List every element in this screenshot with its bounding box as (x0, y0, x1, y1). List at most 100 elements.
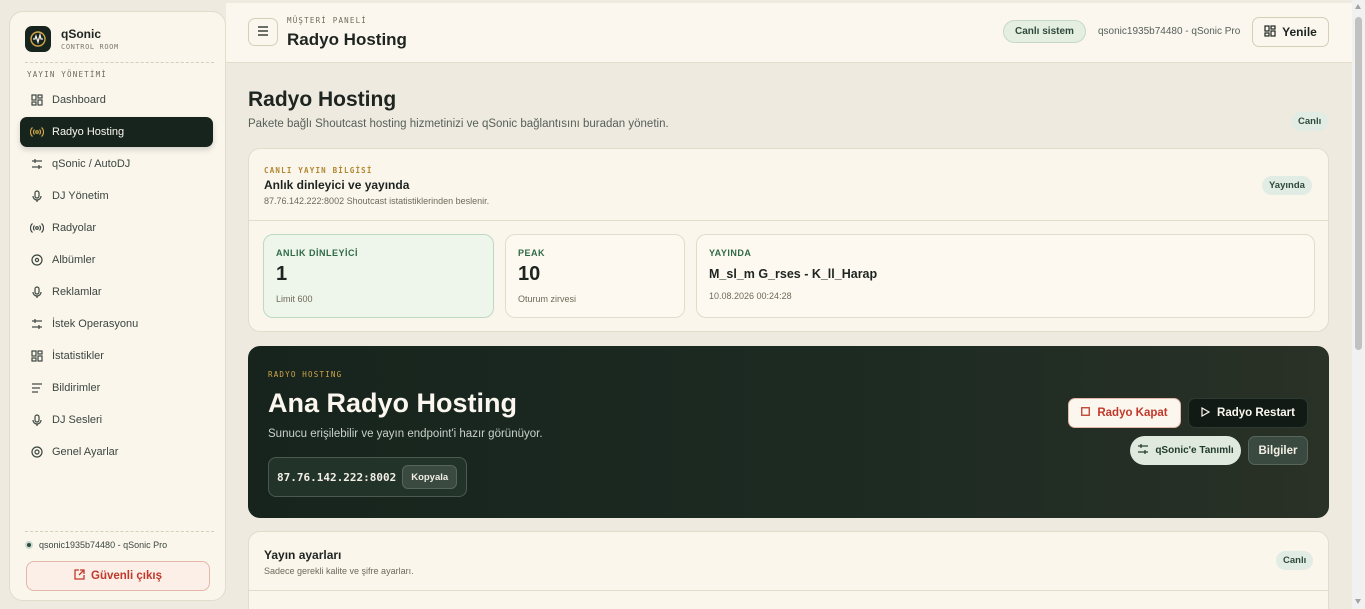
sidebar-item-albumler[interactable]: Albümler (20, 245, 213, 275)
sidebar-item-istek-operasyonu[interactable]: İstek Operasyonu (20, 309, 213, 339)
sidebar-item-label: Radyo Hosting (52, 126, 125, 138)
sidebar-item-radyolar[interactable]: Radyolar (20, 213, 213, 243)
sidebar-item-label: Radyolar (52, 222, 97, 234)
live-info-card: CANLI YAYIN BİLGİSİ Anlık dinleyici ve y… (248, 148, 1329, 332)
sidebar-item-dj-sesleri[interactable]: DJ Sesleri (20, 405, 213, 435)
topbar-title: Radyo Hosting (287, 30, 407, 49)
scroll-thumb[interactable] (1355, 17, 1362, 350)
stat-label: YAYINDA (709, 248, 752, 258)
page-scrollbar[interactable] (1352, 0, 1365, 609)
sidebar-item-reklamlar[interactable]: Reklamlar (20, 277, 213, 307)
microphone-icon (30, 189, 44, 203)
hamburger-icon (257, 23, 269, 41)
on-air-badge: Yayında (1262, 176, 1312, 195)
play-icon (1201, 406, 1211, 420)
divider (25, 62, 214, 63)
radio-restart-button[interactable]: Radyo Restart (1188, 398, 1308, 428)
sidebar-item-label: Dashboard (52, 94, 106, 106)
disc-icon (30, 253, 44, 267)
microphone-icon (30, 285, 44, 299)
stat-note: Oturum zirvesi (518, 294, 577, 304)
sidebar-item-bildirimler[interactable]: Bildirimler (20, 373, 213, 403)
sidebar-item-radyo-hosting[interactable]: Radyo Hosting (20, 117, 213, 147)
hero-eyebrow: RADYO HOSTING (268, 370, 343, 379)
page-subtitle: Pakete bağlı Shoutcast hosting hizmetini… (248, 118, 669, 130)
broadcast-settings-card: Yayın ayarları Sadece gerekli kalite ve … (248, 531, 1329, 609)
sidebar-item-label: qSonic / AutoDJ (52, 158, 131, 170)
now-playing-time: 10.08.2026 00:24:28 (709, 291, 792, 301)
copy-button[interactable]: Kopyala (402, 465, 458, 489)
sidebar-item-label: İstek Operasyonu (52, 318, 139, 330)
radio-stop-button[interactable]: Radyo Kapat (1068, 398, 1181, 428)
hero-subtitle: Sunucu erişilebilir ve yayın endpoint'i … (268, 428, 543, 440)
qsonic-linked-button[interactable]: qSonic'e Tanımlı (1130, 436, 1241, 465)
status-badge: Canlı (1291, 112, 1329, 131)
divider (249, 590, 1328, 591)
grid-icon (30, 93, 44, 107)
endpoint-address: 87.76.142.222:8002 (277, 470, 397, 484)
logout-button[interactable]: Güvenli çıkış (26, 561, 210, 591)
brand-name: qSonic (61, 27, 102, 41)
brand[interactable]: qSonic CONTROL ROOM (25, 26, 119, 52)
sidebar-item-label: İstatistikler (52, 350, 104, 362)
settings-title: Yayın ayarları (264, 548, 342, 562)
sliders-icon (1137, 443, 1149, 458)
sidebar-nav: Dashboard Radyo Hosting qSonic / AutoDJ … (20, 85, 213, 469)
list-icon (30, 381, 44, 395)
topbar-eyebrow: MÜŞTERİ PANELİ (287, 16, 368, 25)
endpoint-box: 87.76.142.222:8002 Kopyala (268, 457, 467, 497)
stat-peak: PEAK 10 Oturum zirvesi (505, 234, 685, 318)
section-label: YAYIN YÖNETİMİ (27, 70, 108, 79)
sidebar-item-label: DJ Yönetim (52, 190, 109, 202)
scroll-up-icon[interactable] (1355, 4, 1361, 9)
sidebar-item-label: Bildirimler (52, 382, 101, 394)
live-info-eyebrow: CANLI YAYIN BİLGİSİ (264, 166, 373, 175)
stat-now-playing: YAYINDA M_sl_m G_rses - K_ll_Harap 10.08… (696, 234, 1315, 318)
live-info-title: Anlık dinleyici ve yayında (264, 178, 410, 192)
topbar: MÜŞTERİ PANELİ Radyo Hosting Canlı siste… (226, 3, 1352, 63)
divider (25, 531, 214, 532)
refresh-label: Yenile (1282, 25, 1317, 39)
sidebar-item-label: DJ Sesleri (52, 414, 103, 426)
stat-label: PEAK (518, 248, 546, 258)
sidebar-item-label: Genel Ayarlar (52, 446, 119, 458)
live-system-badge: Canlı sistem (1003, 20, 1086, 43)
menu-button[interactable] (248, 18, 278, 46)
waveform-logo-icon (25, 26, 51, 52)
sidebar-item-label: Albümler (52, 254, 96, 266)
sliders-icon (30, 157, 44, 171)
stat-label: ANLIK DİNLEYİCİ (276, 248, 359, 258)
brand-subtitle: CONTROL ROOM (61, 43, 119, 51)
now-playing-track: M_sl_m G_rses - K_ll_Harap (709, 267, 878, 281)
topbar-user: qsonic1935b74480 - qSonic Pro (1098, 26, 1241, 37)
refresh-button[interactable]: Yenile (1252, 17, 1329, 47)
sliders-icon (30, 317, 44, 331)
stat-note: Limit 600 (276, 294, 313, 304)
sidebar-item-dashboard[interactable]: Dashboard (20, 85, 213, 115)
external-link-icon (74, 569, 85, 583)
page-title: Radyo Hosting (248, 88, 397, 111)
sidebar: qSonic CONTROL ROOM YAYIN YÖNETİMİ Dashb… (9, 11, 226, 601)
stat-value: 1 (276, 263, 288, 285)
status-dot (25, 541, 33, 549)
sidebar-item-label: Reklamlar (52, 286, 102, 298)
microphone-icon (30, 413, 44, 427)
sidebar-item-istatistikler[interactable]: İstatistikler (20, 341, 213, 371)
grid-icon (1264, 24, 1276, 40)
settings-live-badge: Canlı (1276, 551, 1314, 570)
grid-icon (30, 349, 44, 363)
broadcast-icon (30, 125, 44, 139)
broadcast-icon (30, 221, 44, 235)
live-info-subtitle: 87.76.142.222:8002 Shoutcast istatistikl… (264, 196, 490, 206)
hosting-hero: RADYO HOSTING Ana Radyo Hosting Sunucu e… (248, 346, 1329, 518)
gear-icon (30, 445, 44, 459)
sidebar-item-qsonic-autodj[interactable]: qSonic / AutoDJ (20, 149, 213, 179)
radio-restart-label: Radyo Restart (1217, 407, 1295, 419)
settings-subtitle: Sadece gerekli kalite ve şifre ayarları. (264, 566, 414, 576)
sidebar-user: qsonic1935b74480 - qSonic Pro (25, 540, 167, 550)
info-button[interactable]: Bilgiler (1248, 436, 1308, 465)
scroll-down-icon[interactable] (1355, 599, 1361, 604)
hero-title: Ana Radyo Hosting (268, 388, 518, 418)
sidebar-item-genel-ayarlar[interactable]: Genel Ayarlar (20, 437, 213, 467)
sidebar-item-dj-yonetim[interactable]: DJ Yönetim (20, 181, 213, 211)
